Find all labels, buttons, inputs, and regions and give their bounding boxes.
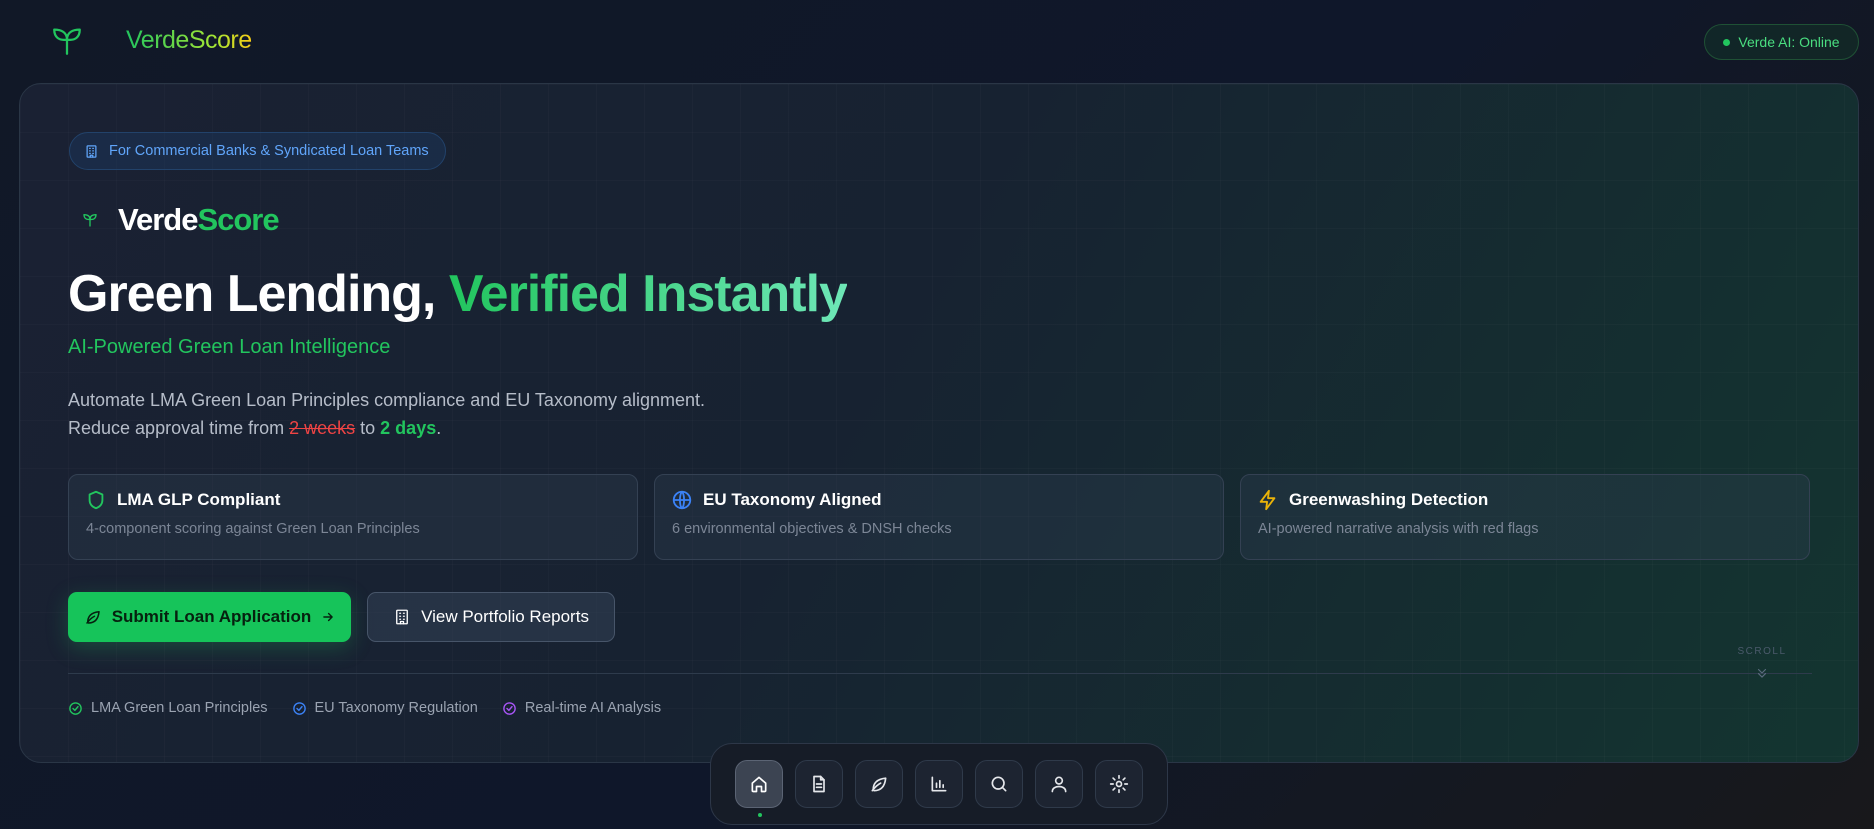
settings-icon (1109, 774, 1129, 794)
feature-title: LMA GLP Compliant (117, 490, 281, 509)
leaf-icon (871, 777, 887, 792)
lightning-icon (1259, 489, 1276, 511)
feature-description: 4-component scoring against Green Loan P… (86, 521, 420, 537)
new-duration: 2 days (380, 418, 437, 438)
dock-home-button[interactable] (735, 760, 783, 817)
dock-profile-button[interactable] (1035, 760, 1083, 808)
dock-documents-button[interactable] (795, 760, 843, 808)
leaf-icon (85, 611, 100, 624)
leaf-icon (83, 214, 97, 227)
feature-description: AI-powered narrative analysis with red f… (1258, 521, 1539, 537)
old-duration: 2 weeks (289, 418, 356, 438)
badge-eu-taxonomy: EU Taxonomy Regulation (292, 700, 478, 716)
view-portfolio-reports-button[interactable]: View Portfolio Reports (367, 592, 615, 642)
hero-logo: VerdeScore (82, 202, 280, 238)
top-bar: VerdeScore Verde AI: Online (0, 0, 1874, 84)
user-icon (1051, 776, 1067, 793)
subheadline: AI-Powered Green Loan Intelligence (68, 336, 391, 358)
headline-accent: Verified Instantly (448, 265, 848, 323)
feature-card-eu-taxonomy: EU Taxonomy Aligned 6 environmental obje… (654, 474, 1224, 560)
feature-title: Greenwashing Detection (1289, 490, 1489, 509)
dock-green-button[interactable] (855, 760, 903, 808)
feature-card-greenwashing: Greenwashing Detection AI-powered narrat… (1240, 474, 1810, 560)
feature-card-lma: LMA GLP Compliant 4-component scoring ag… (68, 474, 638, 560)
description-suffix: . (436, 418, 442, 438)
search-icon (991, 776, 1007, 792)
badge-label: Real-time AI Analysis (524, 700, 662, 716)
globe-icon (672, 490, 692, 510)
submit-loan-application-button[interactable]: Submit Loan Application (68, 592, 351, 642)
bottom-dock (710, 743, 1168, 825)
dock-analytics-button[interactable] (915, 760, 963, 808)
check-circle-icon (69, 701, 82, 715)
description-line-1: Automate LMA Green Loan Principles compl… (68, 390, 706, 410)
submit-button-label: Submit Loan Application (111, 607, 312, 626)
badge-ai-analysis: Real-time AI Analysis (502, 700, 661, 716)
description-line-2: Reduce approval time from 2 weeks to 2 d… (68, 414, 705, 442)
building-icon (86, 144, 97, 158)
feature-title: EU Taxonomy Aligned (703, 490, 882, 509)
chevrons-down-icon (1757, 668, 1767, 678)
portfolio-button-label: View Portfolio Reports (421, 607, 589, 626)
description-mid: to (355, 418, 381, 438)
divider (68, 673, 1812, 674)
shield-icon (88, 490, 104, 510)
building-icon (396, 609, 408, 625)
document-icon (813, 775, 825, 793)
headline-lead: Green Lending, (68, 265, 449, 323)
feature-description: 6 environmental objectives & DNSH checks (672, 521, 952, 537)
badge-label: EU Taxonomy Regulation (314, 700, 478, 716)
hero-description: Automate LMA Green Loan Principles compl… (68, 386, 705, 442)
trust-badges: LMA Green Loan Principles EU Taxonomy Re… (68, 700, 661, 716)
check-circle-icon (503, 701, 516, 715)
page-title: Green Lending, Verified Instantly (68, 264, 848, 324)
hero-logo-part1: Verde (118, 202, 198, 237)
hero-logo-part2: Score (197, 202, 279, 237)
hero-actions: Submit Loan Application View Portfolio R… (68, 592, 615, 642)
audience-badge: For Commercial Banks & Syndicated Loan T… (69, 132, 446, 170)
hero-card: For Commercial Banks & Syndicated Loan T… (19, 83, 1859, 763)
scroll-hint[interactable]: SCROLL (1732, 646, 1792, 681)
leaf-logo-icon (53, 28, 81, 55)
arrow-right-icon (323, 612, 334, 622)
status-dot-icon (1723, 38, 1731, 46)
check-circle-icon (292, 701, 306, 715)
badge-label: LMA Green Loan Principles (91, 700, 268, 716)
audience-text: For Commercial Banks & Syndicated Loan T… (109, 143, 429, 159)
bar-chart-icon (931, 776, 947, 792)
dock-settings-button[interactable] (1095, 760, 1143, 808)
ai-status-badge: Verde AI: Online (1704, 24, 1859, 60)
home-icon (751, 776, 767, 793)
feature-list: LMA GLP Compliant 4-component scoring ag… (68, 474, 1810, 560)
app-name[interactable]: VerdeScore (126, 26, 252, 55)
scroll-label: SCROLL (1737, 646, 1787, 657)
dock-search-button[interactable] (975, 760, 1023, 808)
hero-logo-text: VerdeScore (118, 202, 280, 238)
ai-status-text: Verde AI: Online (1738, 34, 1840, 50)
badge-lma: LMA Green Loan Principles (68, 700, 268, 716)
description-prefix: Reduce approval time from (68, 418, 290, 438)
